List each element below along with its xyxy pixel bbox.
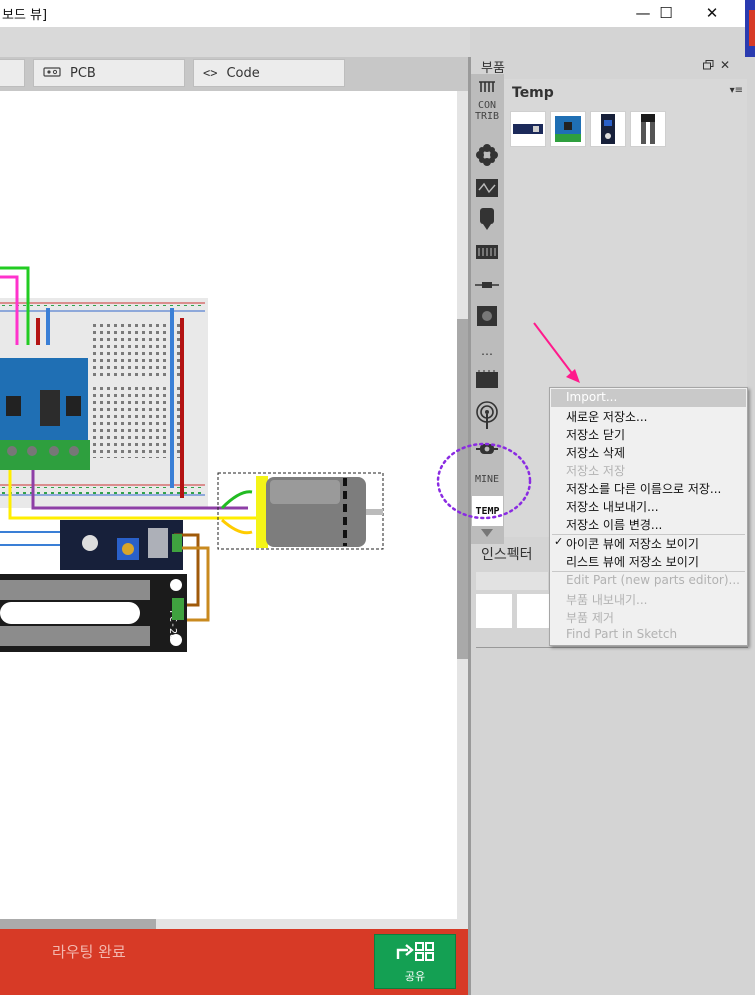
menu-item-save-bin-as[interactable]: 저장소를 다른 이름으로 저장... xyxy=(551,479,746,497)
menu-item-rename-bin[interactable]: 저장소 이름 변경... xyxy=(551,515,746,533)
menu-item-icon-view[interactable]: ✓ 아이콘 뷰에 저장소 보이기 xyxy=(551,534,746,552)
menu-item-import[interactable]: Import... xyxy=(551,389,746,407)
pointer-arrow xyxy=(533,322,575,377)
menu-item-export-bin[interactable]: 저장소 내보내기... xyxy=(551,497,746,515)
menu-item-find-part: Find Part in Sketch xyxy=(566,627,678,641)
checkmark-icon: ✓ xyxy=(554,535,564,548)
menu-item-delete-bin[interactable]: 저장소 삭제 xyxy=(551,443,746,461)
bin-context-menu: Import... 새로운 저장소... 저장소 닫기 저장소 삭제 저장소 저… xyxy=(549,387,748,646)
highlight-circle xyxy=(436,442,532,520)
arrow-head xyxy=(566,369,580,383)
menu-item-save-bin: 저장소 저장 xyxy=(566,464,626,478)
menu-item-edit-part: Edit Part (new parts editor)... xyxy=(566,573,740,587)
menu-item-close-bin[interactable]: 저장소 닫기 xyxy=(551,425,746,443)
menu-item-new-bin[interactable]: 새로운 저장소... xyxy=(551,407,746,425)
menu-item-list-view[interactable]: 리스트 뷰에 저장소 보이기 xyxy=(551,552,746,570)
menu-item-export-part: 부품 내보내기... xyxy=(566,593,648,607)
menu-item-remove-part: 부품 제거 xyxy=(566,611,614,625)
